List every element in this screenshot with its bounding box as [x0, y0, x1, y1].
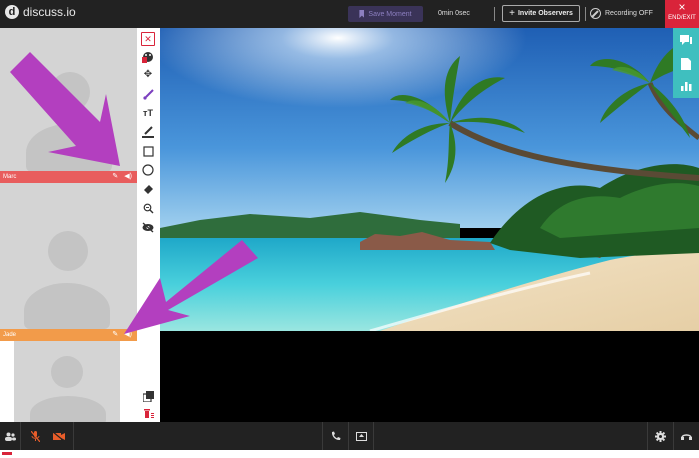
- divider: [673, 422, 674, 450]
- phone-icon[interactable]: [326, 422, 346, 450]
- status-strip: [0, 450, 699, 458]
- divider: [322, 422, 323, 450]
- shared-stage: [160, 28, 699, 422]
- chart-icon[interactable]: [680, 80, 692, 91]
- participants-icon[interactable]: [0, 422, 20, 450]
- settings-icon[interactable]: [650, 422, 670, 450]
- bookmark-icon: [359, 10, 365, 18]
- avatar: [24, 231, 114, 329]
- save-moment-label: Save Moment: [368, 10, 412, 18]
- notes-icon[interactable]: [680, 58, 692, 70]
- pencil-icon[interactable]: ✎: [112, 331, 118, 339]
- pen-icon[interactable]: [141, 125, 155, 139]
- session-timer: 0min 0sec: [438, 10, 470, 17]
- chat-icon[interactable]: [680, 35, 692, 46]
- logo-icon: d: [5, 5, 19, 19]
- recording-status: Recording OFF: [605, 10, 653, 17]
- divider: [585, 7, 586, 21]
- side-panel: [673, 28, 699, 98]
- recording-toggle[interactable]: Recording OFF: [590, 8, 653, 19]
- trash-icon[interactable]: [141, 406, 155, 420]
- zoom-icon[interactable]: [141, 201, 155, 215]
- speaker-icon[interactable]: ◀): [124, 331, 132, 339]
- rectangle-icon[interactable]: [141, 144, 155, 158]
- avatar: [28, 356, 108, 426]
- top-bar: d discuss.io Save Moment 0min 0sec + Inv…: [0, 0, 699, 28]
- text-size-icon[interactable]: тT: [141, 106, 155, 120]
- divider: [348, 422, 349, 450]
- eraser-icon[interactable]: [141, 182, 155, 196]
- camera-off-icon[interactable]: [48, 422, 70, 450]
- invite-observers-label: Invite Observers: [517, 10, 573, 17]
- participant-tile-jade: [14, 341, 120, 426]
- palette-icon[interactable]: [141, 50, 155, 64]
- beach-image[interactable]: [160, 28, 699, 331]
- divider: [494, 7, 495, 21]
- end-exit-label: END/EXIT: [668, 15, 696, 21]
- divider: [73, 422, 74, 450]
- app-logo[interactable]: d discuss.io: [5, 5, 76, 19]
- status-mark: [2, 452, 12, 455]
- close-icon[interactable]: ✕: [141, 32, 155, 46]
- participant-tile-empty: [0, 183, 137, 329]
- divider: [647, 422, 648, 450]
- invite-observers-button[interactable]: + Invite Observers: [502, 5, 580, 22]
- mic-muted-icon[interactable]: [24, 422, 46, 450]
- participant-area: [0, 341, 137, 426]
- divider: [373, 422, 374, 450]
- avatar: [24, 72, 114, 172]
- circle-icon[interactable]: [141, 163, 155, 177]
- plus-icon: +: [509, 8, 515, 19]
- move-icon[interactable]: ✥: [141, 68, 155, 82]
- end-exit-button[interactable]: × END/EXIT: [665, 0, 699, 28]
- pencil-icon[interactable]: ✎: [112, 173, 118, 181]
- close-icon: ×: [678, 0, 686, 14]
- participant-tile-marc: [0, 28, 137, 172]
- participant-name: Marc: [3, 174, 17, 180]
- recording-off-icon: [590, 8, 601, 19]
- participant-namebar-marc: Marc ✎ ◀): [0, 171, 137, 183]
- hide-icon[interactable]: [141, 220, 155, 234]
- layers-icon[interactable]: [141, 389, 155, 403]
- exit-icon[interactable]: [676, 422, 696, 450]
- app-name: discuss.io: [23, 5, 76, 19]
- participant-namebar-jade: Jade ✎ ◀): [0, 329, 137, 341]
- drawing-toolbar: ✕ ✥ тT: [137, 28, 160, 422]
- divider: [20, 422, 21, 450]
- brush-icon[interactable]: [141, 87, 155, 101]
- save-moment-button[interactable]: Save Moment: [348, 6, 423, 22]
- speaker-icon[interactable]: ◀): [124, 173, 132, 181]
- screen-share-icon[interactable]: [350, 422, 372, 450]
- participant-name: Jade: [3, 332, 17, 338]
- bottom-bar: [0, 422, 699, 450]
